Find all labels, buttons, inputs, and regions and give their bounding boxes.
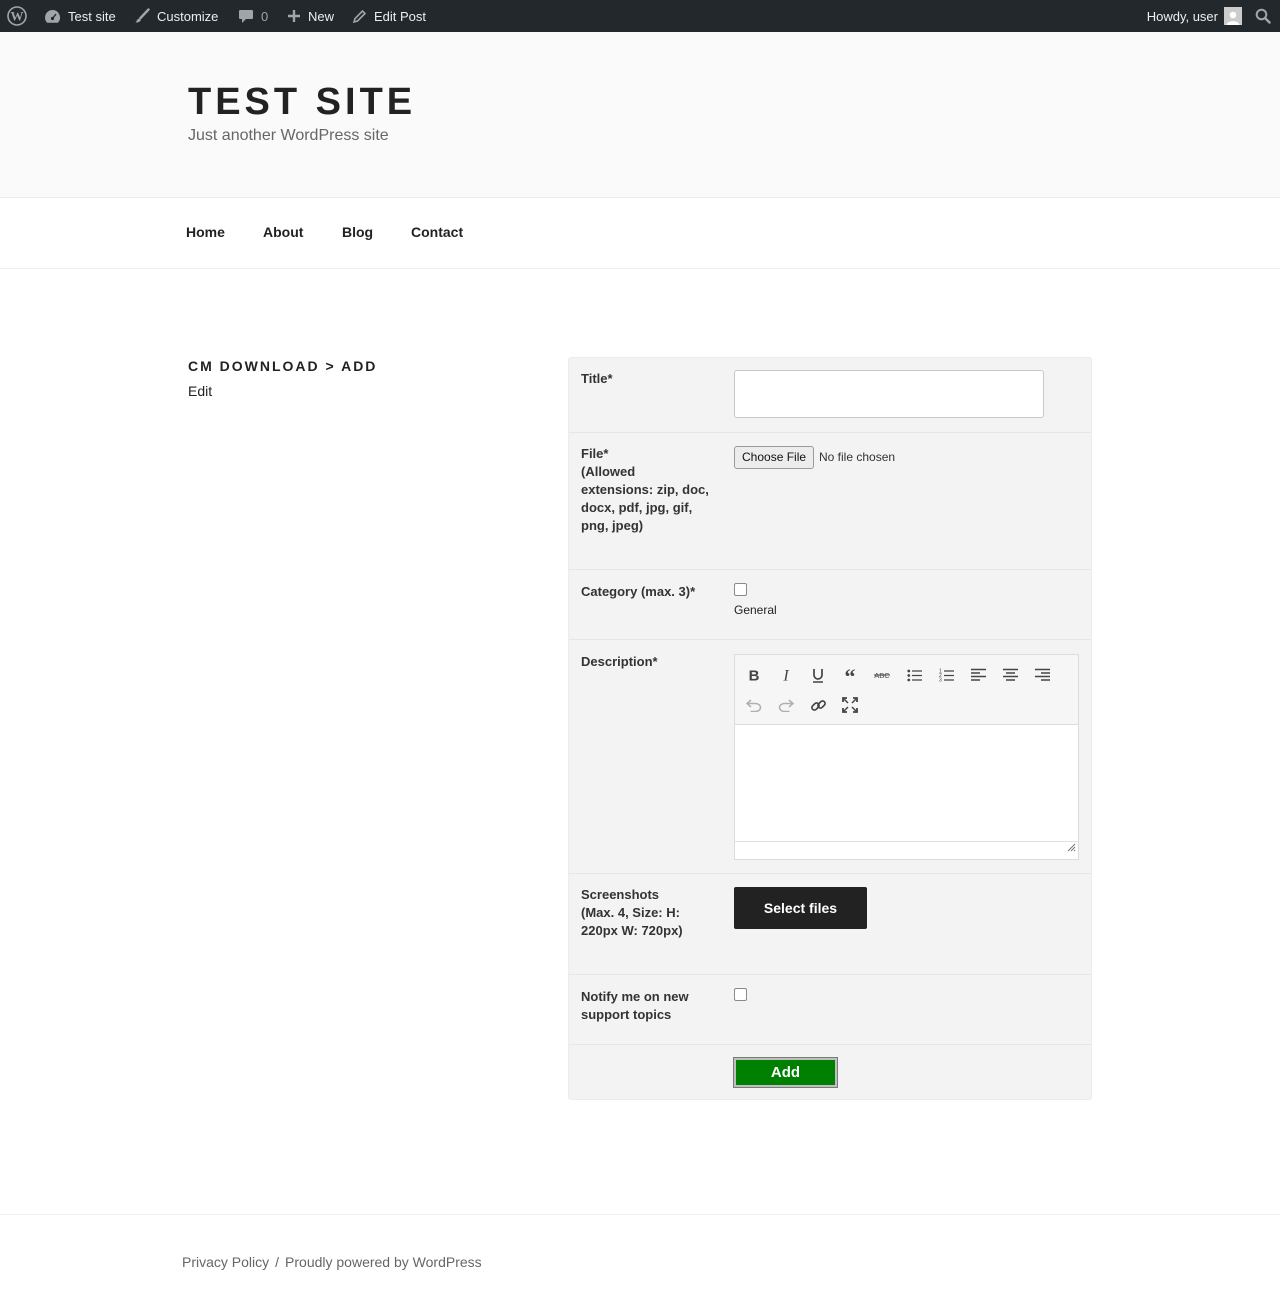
screenshots-row: Screenshots (Max. 4, Size: H: 220px W: 7… — [569, 874, 1091, 975]
site-footer: Privacy Policy / Proudly powered by WordPr… — [0, 1214, 1280, 1309]
add-download-form: Title* File* (Allowed extensions: zip, d… — [568, 357, 1092, 1100]
align-center-icon[interactable] — [998, 663, 1022, 687]
nav-item-contact[interactable]: Contact — [411, 224, 463, 240]
submit-row: Add — [569, 1045, 1091, 1099]
edit-post-label: Edit Post — [374, 8, 427, 24]
category-label: Category (max. 3)* — [581, 584, 696, 599]
new-label: New — [308, 8, 335, 24]
bold-icon[interactable]: B — [742, 663, 766, 687]
description-editor-area[interactable] — [735, 727, 1078, 840]
italic-icon[interactable]: I — [774, 663, 798, 687]
editor-statusbar — [735, 841, 1078, 859]
new-content-link[interactable]: New — [287, 0, 334, 32]
resize-handle-icon[interactable] — [1066, 839, 1076, 857]
title-input[interactable] — [734, 370, 1044, 418]
category-row: Category (max. 3)* General — [569, 570, 1091, 640]
description-label: Description* — [581, 654, 658, 669]
customize-label: Customize — [157, 8, 219, 24]
svg-text:B: B — [749, 668, 760, 682]
select-files-button[interactable]: Select files — [734, 887, 867, 929]
bullet-list-icon[interactable] — [902, 663, 926, 687]
customize-link[interactable]: Customize — [134, 0, 218, 32]
edit-post-link[interactable]: Edit Post — [352, 0, 426, 32]
comments-link[interactable]: 0 — [238, 0, 268, 32]
notify-row: Notify me on new support topics — [569, 975, 1091, 1045]
strikethrough-icon[interactable]: ABC — [870, 663, 894, 687]
undo-icon[interactable] — [742, 693, 766, 717]
screenshots-label: Screenshots (Max. 4, Size: H: 220px W: 7… — [581, 887, 683, 938]
powered-by-link[interactable]: Proudly powered by WordPress — [285, 1254, 482, 1270]
align-right-icon[interactable] — [1030, 663, 1054, 687]
comments-count: 0 — [261, 8, 269, 24]
svg-text:I: I — [782, 668, 789, 682]
align-left-icon[interactable] — [966, 663, 990, 687]
privacy-policy-link[interactable]: Privacy Policy — [182, 1254, 269, 1270]
numbered-list-icon[interactable]: 123 — [934, 663, 958, 687]
redo-icon[interactable] — [774, 693, 798, 717]
wordpress-logo-icon[interactable]: W — [7, 0, 27, 32]
title-row: Title* — [569, 358, 1091, 433]
underline-icon[interactable] — [806, 663, 830, 687]
svg-text:3: 3 — [939, 678, 942, 683]
footer-separator: / — [275, 1254, 280, 1270]
link-icon[interactable] — [806, 693, 830, 717]
edit-link[interactable]: Edit — [188, 383, 212, 399]
editor-toolbar: B I “ ABC 123 — [735, 655, 1078, 725]
search-icon[interactable] — [1255, 0, 1271, 32]
dashboard-icon — [44, 9, 61, 24]
footer-info: Privacy Policy / Proudly powered by WordPr… — [182, 1254, 482, 1270]
file-label: File* (Allowed extensions: zip, doc, doc… — [581, 446, 709, 533]
file-row: File* (Allowed extensions: zip, doc, doc… — [569, 433, 1091, 570]
admin-site-name: Test site — [68, 8, 116, 24]
svg-text:“: “ — [845, 668, 856, 682]
nav-item-blog[interactable]: Blog — [342, 224, 373, 240]
account-menu[interactable]: Howdy, user — [1147, 0, 1242, 32]
site-title[interactable]: TEST SITE — [188, 81, 416, 124]
main-navigation: Home About Blog Contact — [0, 198, 1280, 269]
title-label: Title* — [581, 371, 613, 386]
add-button[interactable]: Add — [733, 1057, 838, 1088]
plus-icon — [287, 9, 301, 23]
admin-bar: W Test site Customize 0 New Edit Post Ho… — [0, 0, 1280, 32]
description-row: Description* B I “ ABC 1 2 3 — [569, 640, 1091, 874]
site-description: Just another WordPress site — [188, 127, 389, 144]
nav-item-home[interactable]: Home — [186, 224, 225, 240]
notify-label: Notify me on new support topics — [581, 989, 689, 1022]
svg-text:W: W — [11, 9, 24, 24]
brush-icon — [134, 8, 150, 24]
page-title: CM DOWNLOAD > ADD — [188, 358, 378, 374]
pencil-icon — [352, 9, 367, 24]
file-status: No file chosen — [819, 450, 896, 464]
site-header: TEST SITE Just another WordPress site — [0, 32, 1280, 198]
notify-checkbox[interactable] — [734, 988, 747, 1001]
avatar — [1224, 7, 1242, 25]
admin-site-link[interactable]: Test site — [44, 0, 116, 32]
comment-bubble-icon — [238, 9, 254, 24]
category-general-label: General — [734, 603, 777, 617]
fullscreen-icon[interactable] — [838, 693, 862, 717]
category-general-checkbox[interactable] — [734, 583, 747, 596]
blockquote-icon[interactable]: “ — [838, 663, 862, 687]
rich-text-editor: B I “ ABC 123 — [734, 654, 1079, 860]
nav-item-about[interactable]: About — [263, 224, 303, 240]
howdy-text: Howdy, user — [1146, 8, 1218, 24]
choose-file-button[interactable]: Choose File — [734, 446, 815, 469]
